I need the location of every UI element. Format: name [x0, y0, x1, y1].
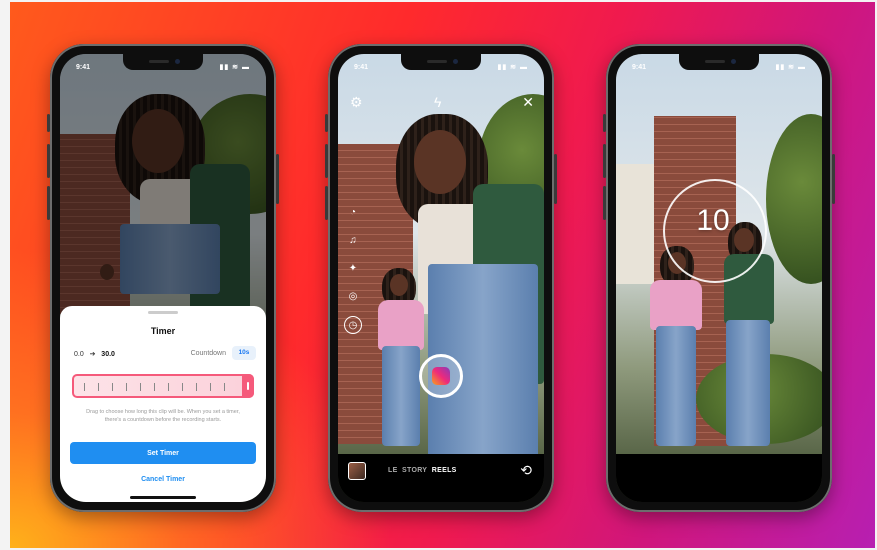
- timer-sheet: Timer 0.0 ➔ 30.0 Countdown 10s Drag to c…: [60, 306, 266, 502]
- mode-story[interactable]: STORY: [402, 467, 427, 474]
- volume-up-button: [47, 144, 50, 178]
- range-end: 30.0: [101, 351, 115, 358]
- record-button[interactable]: [419, 354, 463, 398]
- bottom-bar: [616, 454, 822, 502]
- music-icon[interactable]: ♫: [344, 232, 362, 250]
- reels-icon: [432, 367, 450, 385]
- phone-camera: 9:41 ▮▮ ≋ ▬ ⚙ ϟ ✕ ◔ ♫ ✦ ◎ ◷ LE STORY REE…: [325, 44, 557, 512]
- screen: 9:41 ▮▮ ≋ ▬ Timer 0.0 ➔ 30.0 Countdown 1…: [60, 54, 266, 502]
- clip-range: 0.0 ➔ 30.0: [74, 350, 115, 358]
- phone-timer: 9:41 ▮▮ ≋ ▬ Timer 0.0 ➔ 30.0 Countdown 1…: [47, 44, 279, 512]
- flash-icon[interactable]: ϟ: [434, 94, 441, 110]
- close-icon[interactable]: ✕: [522, 94, 534, 110]
- clip-length-scrubber[interactable]: [72, 374, 254, 398]
- status-icons: ▮▮ ≋ ▬: [497, 64, 528, 71]
- countdown-label: Countdown: [190, 350, 226, 357]
- countdown-toggle[interactable]: 10s: [232, 346, 256, 360]
- cancel-timer-button[interactable]: Cancel Timer: [60, 476, 266, 483]
- status-icons: ▮▮ ≋ ▬: [775, 64, 806, 71]
- friend-jeans: [382, 346, 420, 446]
- range-start: 0.0: [74, 351, 84, 358]
- screen: 9:41 ▮▮ ≋ ▬ ⚙ ϟ ✕ ◔ ♫ ✦ ◎ ◷ LE STORY REE…: [338, 54, 544, 502]
- friend-jeans: [656, 326, 696, 446]
- friend-face: [390, 274, 408, 296]
- status-time: 9:41: [632, 64, 647, 71]
- creator-jeans: [726, 320, 770, 446]
- power-button: [276, 154, 279, 204]
- set-timer-button[interactable]: Set Timer: [70, 442, 256, 464]
- mode-live[interactable]: LE: [388, 467, 398, 474]
- sheet-title: Timer: [150, 326, 176, 336]
- gallery-thumbnail[interactable]: [348, 462, 366, 480]
- notch: [123, 54, 203, 70]
- status-time: 9:41: [76, 64, 91, 71]
- status-time: 9:41: [354, 64, 369, 71]
- countdown-number: 10: [696, 204, 730, 237]
- effects-icon[interactable]: ✦: [344, 260, 362, 278]
- mode-selector: LE STORY REELS: [388, 467, 457, 474]
- help-text: Drag to choose how long this clip will b…: [86, 409, 240, 423]
- friend-shirt: [650, 280, 702, 330]
- speed-icon[interactable]: ◔: [344, 204, 362, 222]
- arrow-right-icon: ➔: [89, 351, 96, 358]
- flip-camera-icon[interactable]: ⟲: [520, 462, 532, 479]
- screen: 9:41 ▮▮ ≋ ▬ 10: [616, 54, 822, 502]
- settings-gear-icon[interactable]: ⚙: [350, 94, 363, 110]
- sheet-grabber[interactable]: [148, 311, 178, 314]
- promo-background: 9:41 ▮▮ ≋ ▬ Timer 0.0 ➔ 30.0 Countdown 1…: [10, 2, 875, 548]
- status-icons: ▮▮ ≋ ▬: [219, 64, 250, 71]
- mode-bar: LE STORY REELS ⟲: [338, 454, 544, 502]
- phone-countdown: 9:41 ▮▮ ≋ ▬ 10: [603, 44, 835, 512]
- timer-icon[interactable]: ◷: [344, 316, 362, 334]
- home-indicator: [130, 496, 196, 499]
- mode-reels[interactable]: REELS: [432, 467, 457, 474]
- align-icon[interactable]: ◎: [344, 288, 362, 306]
- scrubber-handle[interactable]: [242, 374, 254, 398]
- volume-down-button: [47, 186, 50, 220]
- face: [414, 130, 466, 194]
- friend-shirt: [378, 300, 424, 350]
- mute-switch: [47, 114, 50, 132]
